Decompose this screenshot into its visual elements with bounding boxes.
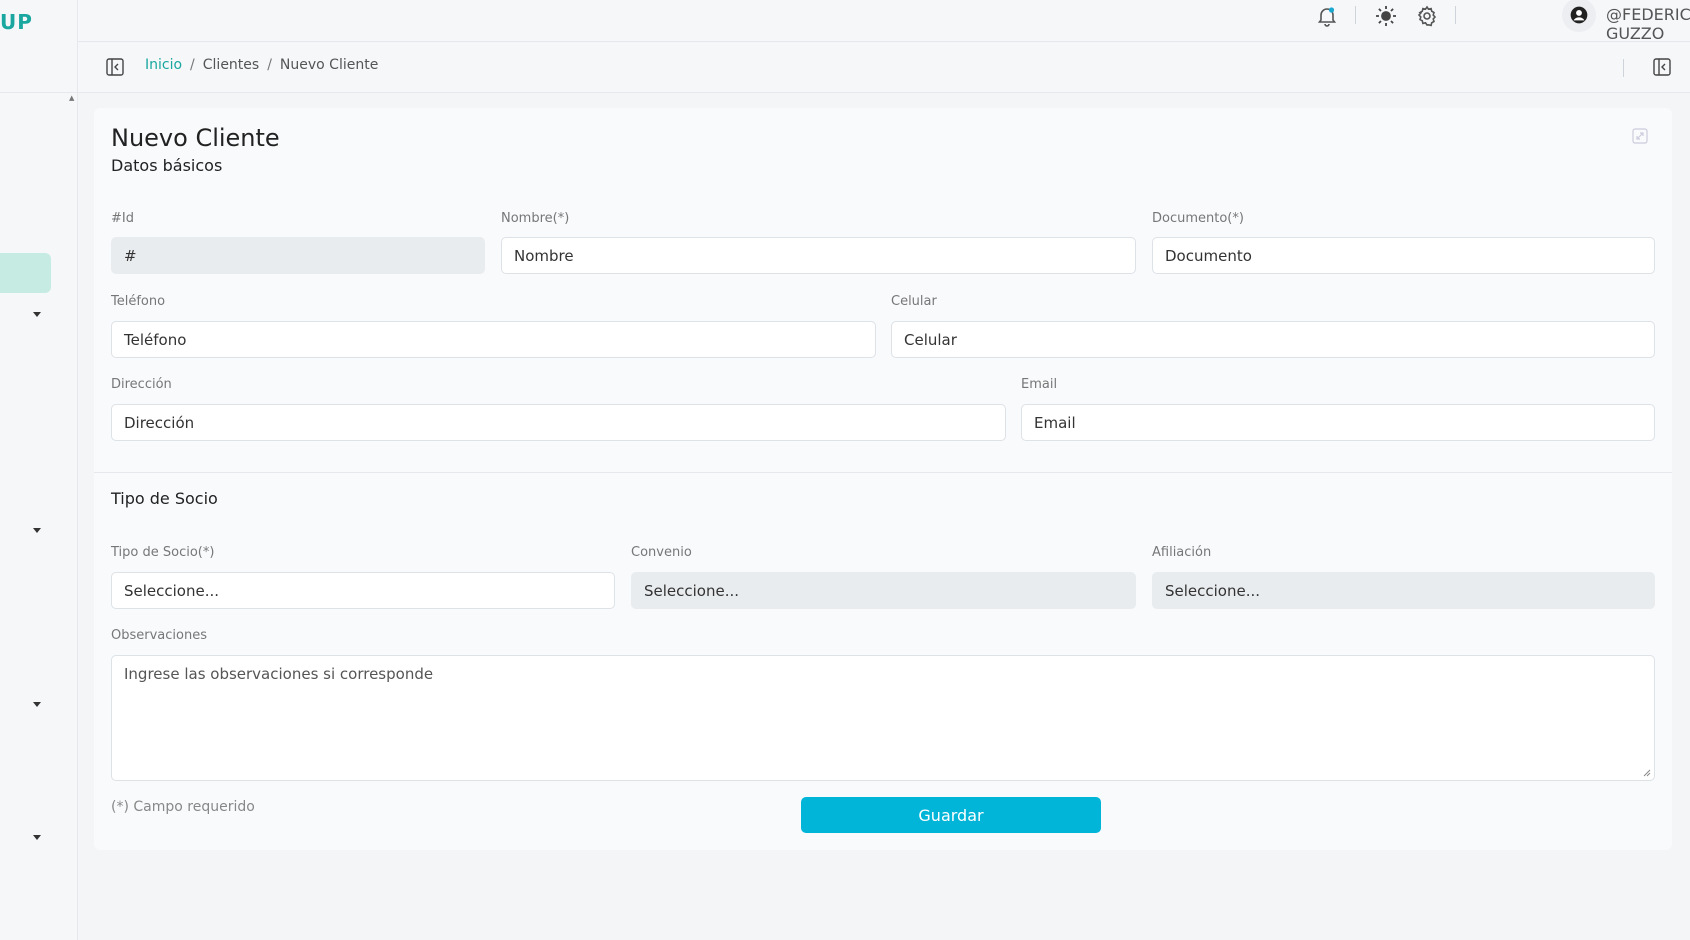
app-logo[interactable]: UP <box>0 10 33 34</box>
topbar-divider <box>1455 6 1456 24</box>
telefono-input[interactable]: Teléfono <box>111 321 876 358</box>
username[interactable]: @FEDERICO GUZZO <box>1606 5 1690 43</box>
breadcrumb-separator: / <box>190 57 195 73</box>
direccion-label: Dirección <box>111 377 172 392</box>
bell-icon[interactable] <box>1315 4 1339 28</box>
sun-icon[interactable] <box>1374 4 1398 28</box>
sidebar-caret-down-icon[interactable] <box>33 528 41 533</box>
panel-left-icon[interactable] <box>105 57 125 77</box>
gear-icon[interactable] <box>1415 4 1439 28</box>
email-input[interactable]: Email <box>1021 404 1655 441</box>
documento-input[interactable]: Documento <box>1152 237 1655 274</box>
panel-right-icon[interactable] <box>1652 57 1672 77</box>
user-circle-icon <box>1570 6 1588 24</box>
convenio-label: Convenio <box>631 545 692 560</box>
sidebar-item-active[interactable] <box>0 253 51 293</box>
breadcrumb-divider <box>1623 59 1624 77</box>
resize-handle-icon[interactable] <box>1643 769 1651 777</box>
page-title: Nuevo Cliente <box>111 124 280 152</box>
required-note: (*) Campo requerido <box>111 799 255 815</box>
save-button[interactable]: Guardar <box>801 797 1101 833</box>
breadcrumb-separator: / <box>267 57 272 73</box>
topbar-divider <box>1355 6 1356 24</box>
documento-label: Documento(*) <box>1152 211 1244 226</box>
sidebar-caret-down-icon[interactable] <box>33 835 41 840</box>
sidebar-scroll-up[interactable]: ▲ <box>69 94 74 102</box>
breadcrumb-clientes[interactable]: Clientes <box>203 57 259 73</box>
celular-input[interactable]: Celular <box>891 321 1655 358</box>
breadcrumb-home[interactable]: Inicio <box>145 57 182 73</box>
afiliacion-select: Seleccione... <box>1152 572 1655 609</box>
celular-label: Celular <box>891 294 937 309</box>
sidebar: UP ▲ <box>0 0 78 940</box>
expand-icon[interactable] <box>1632 128 1648 144</box>
sidebar-divider <box>0 92 78 93</box>
section-basic-data: Datos básicos <box>111 156 223 175</box>
sidebar-caret-down-icon[interactable] <box>33 312 41 317</box>
convenio-select: Seleccione... <box>631 572 1136 609</box>
breadcrumb: Inicio / Clientes / Nuevo Cliente <box>145 57 378 73</box>
client-form-card: Nuevo Cliente Datos básicos #Id # Nombre… <box>94 108 1672 850</box>
user-avatar[interactable] <box>1562 0 1596 32</box>
direccion-input[interactable]: Dirección <box>111 404 1006 441</box>
afiliacion-label: Afiliación <box>1152 545 1212 560</box>
tipo-socio-select[interactable]: Seleccione... <box>111 572 615 609</box>
id-field: # <box>111 237 485 274</box>
nombre-label: Nombre(*) <box>501 211 570 226</box>
nombre-input[interactable]: Nombre <box>501 237 1136 274</box>
breadcrumb-bar: Inicio / Clientes / Nuevo Cliente <box>78 43 1690 93</box>
section-tipo-socio: Tipo de Socio <box>111 489 218 508</box>
observaciones-textarea[interactable]: Ingrese las observaciones si corresponde <box>111 655 1655 781</box>
tipo-socio-label: Tipo de Socio(*) <box>111 545 215 560</box>
breadcrumb-current: Nuevo Cliente <box>279 57 379 73</box>
telefono-label: Teléfono <box>111 294 166 309</box>
section-divider <box>94 472 1672 473</box>
sidebar-caret-down-icon[interactable] <box>33 702 41 707</box>
observaciones-label: Observaciones <box>111 628 207 643</box>
id-label: #Id <box>111 211 134 226</box>
email-label: Email <box>1021 377 1058 392</box>
topbar: @FEDERICO GUZZO <box>78 0 1690 43</box>
observaciones-placeholder: Ingrese las observaciones si corresponde <box>124 665 434 683</box>
